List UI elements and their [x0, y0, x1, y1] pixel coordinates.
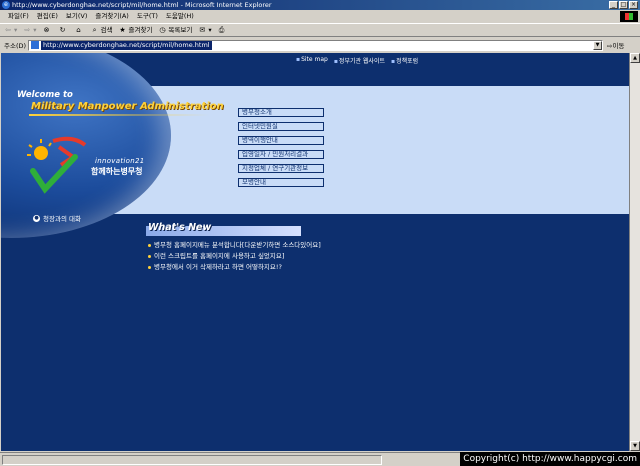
windows-logo-icon: [620, 11, 638, 22]
home-button[interactable]: ⌂: [75, 26, 85, 34]
news-item[interactable]: 병무청 홈페이지메뉴 분석합니다[다운받기하면 소스다있어요]: [148, 240, 321, 251]
menu-civil-service[interactable]: 인터넷민원실: [238, 122, 324, 131]
whats-new-title: What's New: [148, 222, 212, 233]
main-menu: 병무청소개 인터넷민원실 병역이행안내 입영일자 / 민원처리결과 지정업체 /…: [238, 108, 324, 192]
history-button[interactable]: ◷ 목록보기: [158, 23, 192, 37]
stop-button[interactable]: ⊗: [43, 26, 53, 34]
mma-emblem-icon: [27, 136, 87, 194]
history-icon: ◷: [159, 26, 166, 34]
title-underline: [29, 114, 209, 116]
browser-window: e http://www.cyberdonghae.net/script/mil…: [0, 0, 640, 466]
back-arrow-icon: ⇦: [5, 26, 11, 34]
favorites-label: 즐겨찾기: [128, 26, 153, 34]
slogan-text: 함께하는병무청: [91, 167, 143, 176]
sitemap-link[interactable]: Site map: [296, 56, 328, 65]
search-icon: ⌕: [92, 26, 97, 34]
ie-icon: e: [2, 1, 10, 9]
search-button[interactable]: ⌕ 검색: [91, 23, 113, 37]
news-list: 병무청 홈페이지메뉴 분석합니다[다운받기하면 소스다있어요] 이런 스크립트를…: [148, 240, 321, 273]
policy-forum-link[interactable]: 정책포럼: [391, 56, 418, 65]
menu-favorites[interactable]: 즐겨찾기(A): [95, 11, 128, 22]
history-label: 목록보기: [168, 26, 193, 34]
dialog-bullet-icon: ●: [33, 214, 40, 222]
menu-help[interactable]: 도움말(H): [166, 11, 194, 22]
forward-button[interactable]: ⇨ ▾: [23, 23, 36, 37]
back-button[interactable]: ⇦ ▾: [4, 23, 17, 37]
address-input[interactable]: http://www.cyberdonghae.net/script/mil/h…: [28, 39, 604, 51]
address-url[interactable]: http://www.cyberdonghae.net/script/mil/h…: [41, 40, 212, 50]
mail-icon: ✉: [199, 26, 206, 34]
gov-sites-link[interactable]: 정부기관 웹사이트: [334, 56, 385, 65]
scroll-down-arrow-icon[interactable]: ▼: [630, 441, 640, 451]
org-name: Military Manpower Administration: [31, 101, 224, 112]
news-item[interactable]: 병무청에서 이거 삭제하라고 하면 어떻하지요!?: [148, 262, 321, 273]
vertical-scrollbar[interactable]: ▲ ▼: [629, 53, 640, 451]
menu-view[interactable]: 보기(V): [66, 11, 87, 22]
go-label: 이동: [612, 42, 625, 50]
refresh-icon: ↻: [59, 26, 66, 34]
menu-designated-companies[interactable]: 지정업체 / 연구기관정보: [238, 164, 324, 173]
print-icon: ⎙: [218, 26, 225, 34]
close-button[interactable]: ×: [629, 1, 638, 9]
search-label: 검색: [100, 26, 113, 34]
copyright-banner: Copyright(c) http://www.happycgi.com: [460, 452, 640, 466]
mail-button[interactable]: ✉ ▾: [198, 23, 211, 37]
minimize-button[interactable]: _: [609, 1, 618, 9]
menu-tools[interactable]: 도구(T): [137, 11, 158, 22]
menu-bar: 파일(F) 편집(E) 보기(V) 즐겨찾기(A) 도구(T) 도움말(H): [0, 11, 640, 22]
innovation-text: innovation21: [95, 157, 145, 165]
chevron-down-icon[interactable]: ▼: [593, 40, 603, 50]
window-title: http://www.cyberdonghae.net/script/mil/h…: [12, 1, 272, 9]
scroll-up-arrow-icon[interactable]: ▲: [630, 53, 640, 63]
maximize-button[interactable]: □: [619, 1, 628, 9]
welcome-text: Welcome to: [17, 90, 73, 100]
page-icon: [31, 41, 40, 49]
address-bar: 주소(D) http://www.cyberdonghae.net/script…: [0, 38, 640, 52]
status-text-pane: [2, 455, 382, 465]
page-content: Site map 정부기관 웹사이트 정책포럼 Welcome to Milit…: [1, 53, 629, 451]
window-controls: _ □ ×: [609, 1, 638, 9]
standard-toolbar: ⇦ ▾ ⇨ ▾ ⊗ ↻ ⌂ ⌕ 검색 ★ 즐겨찾기 ◷ 목록보기 ✉ ▾ ⎙: [0, 23, 640, 37]
title-bar: e http://www.cyberdonghae.net/script/mil…: [0, 0, 640, 10]
menu-file[interactable]: 파일(F): [8, 11, 29, 22]
refresh-button[interactable]: ↻: [59, 26, 69, 34]
print-button[interactable]: ⎙: [218, 26, 228, 34]
dialog-link[interactable]: ● 청장과의 대화: [33, 213, 81, 223]
menu-service-guide[interactable]: 병역이행안내: [238, 136, 324, 145]
menu-about[interactable]: 병무청소개: [238, 108, 324, 117]
favorites-button[interactable]: ★ 즐겨찾기: [119, 23, 153, 37]
top-links: Site map 정부기관 웹사이트 정책포럼: [296, 56, 418, 65]
menu-enlistment-date[interactable]: 입영일자 / 민원처리결과: [238, 150, 324, 159]
dialog-label: 청장과의 대화: [43, 215, 81, 223]
home-icon: ⌂: [76, 26, 81, 34]
menu-edit[interactable]: 편집(E): [37, 11, 58, 22]
address-label: 주소(D): [4, 42, 27, 50]
forward-arrow-icon: ⇨: [24, 26, 31, 34]
favorites-icon: ★: [119, 26, 126, 34]
stop-icon: ⊗: [43, 26, 50, 34]
go-button[interactable]: ⇨이동: [607, 40, 624, 50]
news-item[interactable]: 이런 스크립트를 홈페이지에 사용하고 싶었지요]: [148, 251, 321, 262]
menu-recruitment[interactable]: 모병안내: [238, 178, 324, 187]
